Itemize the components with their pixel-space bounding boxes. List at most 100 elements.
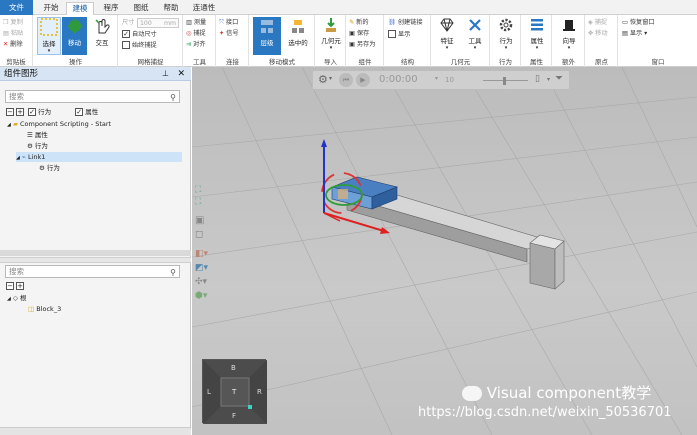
pin-icon[interactable]: ⊥ (162, 67, 169, 81)
create-link-label: 创建链接 (397, 19, 423, 26)
navigation-cube[interactable]: B L T R F (202, 359, 267, 424)
import-geometry-button[interactable]: 几何元 ▾ (318, 17, 344, 55)
plane-handle[interactable] (338, 189, 348, 199)
group-manipulate: 选择 ▾ 移动 交互 操作 (34, 15, 118, 67)
tab-modeling[interactable]: 建模 (66, 2, 94, 15)
document-icon[interactable]: ▯ (535, 74, 540, 84)
selection-mode-icon[interactable]: ◩▾ (195, 263, 211, 277)
geometry-tree-block[interactable]: ◫ Block_3 (28, 304, 61, 314)
level-button[interactable]: 层级 (253, 17, 281, 55)
perspective-icon[interactable]: ▣ (195, 215, 211, 229)
expand-all-icon[interactable]: + (16, 108, 24, 116)
new-component-button[interactable]: ✎ 新的 (349, 18, 369, 28)
3d-model[interactable] (312, 137, 582, 297)
expand-all-icon[interactable]: + (16, 282, 24, 290)
copy-button[interactable]: ❐ 复制 (3, 18, 23, 28)
speed-chevron-icon[interactable]: ▾ (435, 75, 438, 82)
feature-button[interactable]: 特征 ▾ (434, 17, 460, 55)
collapse-arrow-icon[interactable]: ◢ (7, 296, 11, 302)
save-as-button[interactable]: ▣ 另存为 (349, 40, 375, 50)
group-clipboard: ❐ 复制 ▤ 粘贴 ✕ 删除 剪贴板 (0, 15, 33, 67)
wizard-button[interactable]: 向导 ▾ (555, 17, 583, 55)
chevron-down-icon[interactable]: ▾ (547, 76, 550, 83)
chevron-down-icon[interactable]: ▾ (329, 75, 332, 82)
tree-item-root[interactable]: ◢ ▰ Component Scripting - Start (7, 119, 111, 129)
show-structure-checkbox[interactable]: 显示 (388, 30, 410, 40)
always-snap-checkbox[interactable]: 始终捕捉 (122, 41, 157, 51)
create-link-button[interactable]: ⛓ 创建链接 (388, 18, 423, 28)
navcube-left[interactable]: L (207, 388, 211, 396)
select-button[interactable]: 选择 ▾ (37, 17, 61, 55)
align-icon: ⇉ (186, 41, 192, 48)
panel-splitter[interactable] (0, 257, 191, 263)
select-icon (40, 18, 58, 36)
paste-button[interactable]: ▤ 粘贴 (3, 29, 23, 39)
filter-funnel-icon[interactable]: ⏷ (555, 73, 563, 84)
play-icon[interactable]: ▶ (356, 73, 370, 87)
tab-program[interactable]: 程序 (98, 2, 124, 15)
auto-size-checkbox[interactable]: ✓ 自动尺寸 (122, 30, 157, 40)
snap-button[interactable]: ◎ 捕捉 (186, 29, 206, 39)
tab-help[interactable]: 帮助 (158, 2, 184, 15)
group-label-connect: 连接 (226, 58, 239, 66)
x-axis-arrowhead[interactable] (380, 227, 390, 234)
tree-item-properties[interactable]: ☰ 属性 (27, 130, 48, 140)
properties-filter-checkbox[interactable]: ✓ (75, 108, 84, 116)
origin-move-button[interactable]: ✥ 移动 (588, 29, 608, 39)
geometry-search-input[interactable]: 搜索 ⚲ (5, 265, 180, 278)
measure-button[interactable]: ▥ 测量 (186, 18, 206, 28)
tab-file[interactable]: 文件 (0, 0, 33, 15)
fit-selection-icon[interactable]: ⛶ (195, 197, 211, 209)
tree-item-link1[interactable]: ◢ ⌁ Link1 (16, 152, 182, 162)
speed-slider-handle[interactable] (503, 77, 506, 85)
snap-mode-icon[interactable]: ⬢▾ (195, 291, 211, 305)
navcube-right[interactable]: R (257, 388, 262, 396)
tab-home[interactable]: 开始 (38, 2, 64, 15)
3d-viewport[interactable]: ⚙ ▾ ⏮ ▶ 0:00:00 ▾ 10 ▯ ▾ ⏷ ⛶ ⛶ ▣ ◻ ◧▾ ◩▾… (192, 67, 697, 435)
properties-button[interactable]: 属性 ▾ (524, 17, 550, 55)
interact-label: 交互 (95, 39, 109, 47)
collapse-arrow-icon[interactable]: ◢ (16, 155, 20, 161)
navcube-front[interactable]: F (232, 412, 236, 420)
grid-size-input[interactable]: 100 mm (137, 18, 179, 28)
behavior-filter-checkbox[interactable]: ✓ (28, 108, 37, 116)
save-component-button[interactable]: ▣ 保存 (349, 29, 369, 39)
z-axis-arrowhead[interactable] (321, 139, 327, 147)
geometry-tree-root[interactable]: ◢ ◇ 根 (7, 293, 27, 303)
frames-icon[interactable]: ✣▾ (195, 277, 211, 291)
collapse-all-icon[interactable]: − (6, 282, 14, 290)
collapse-all-icon[interactable]: − (6, 108, 14, 116)
tab-connectivity[interactable]: 连通性 (188, 2, 220, 15)
close-icon[interactable]: ✕ (177, 67, 185, 81)
navcube-back[interactable]: B (231, 364, 236, 372)
geometry-tools-button[interactable]: 工具 ▾ (462, 17, 488, 55)
behavior-button[interactable]: 行为 ▾ (493, 17, 519, 55)
new-label: 新的 (356, 19, 369, 26)
tree-item-label: 行为 (34, 142, 48, 150)
tree-item-behavior[interactable]: ⚙ 行为 (27, 141, 48, 151)
component-search-input[interactable]: 搜索 ⚲ (5, 90, 180, 103)
delete-button[interactable]: ✕ 删除 (3, 40, 23, 50)
origin-move-label: 移动 (595, 30, 608, 37)
signal-button[interactable]: ✦ 信号 (219, 29, 239, 39)
tree-item-link1-behavior[interactable]: ⚙ 行为 (39, 163, 60, 173)
origin-snap-button[interactable]: ◈ 捕捉 (588, 18, 607, 28)
fit-all-icon[interactable]: ⛶ (195, 185, 211, 197)
tab-drawing[interactable]: 图纸 (128, 2, 154, 15)
show-window-button[interactable]: ▤ 显示 ▾ (622, 29, 647, 39)
geometry-tools-label: 工具 (468, 37, 482, 45)
navcube-top[interactable]: T (232, 388, 236, 396)
interact-button[interactable]: 交互 (89, 17, 115, 55)
horizontal-scrollbar[interactable] (0, 250, 191, 256)
orthographic-icon[interactable]: ◻ (195, 229, 211, 243)
restore-window-button[interactable]: ▭ 恢复窗口 (622, 18, 655, 28)
interface-button[interactable]: ⤧ 接口 (219, 18, 238, 28)
settings-gear-icon[interactable]: ⚙ (318, 73, 328, 86)
reset-icon[interactable]: ⏮ (339, 73, 353, 87)
render-mode-icon[interactable]: ◧▾ (195, 249, 211, 263)
align-button[interactable]: ⇉ 对齐 (186, 40, 206, 50)
group-label-behavior: 行为 (499, 58, 512, 66)
move-button[interactable]: 移动 (62, 17, 87, 55)
selected-button[interactable]: 选中的 (284, 17, 312, 55)
collapse-arrow-icon[interactable]: ◢ (7, 122, 11, 128)
